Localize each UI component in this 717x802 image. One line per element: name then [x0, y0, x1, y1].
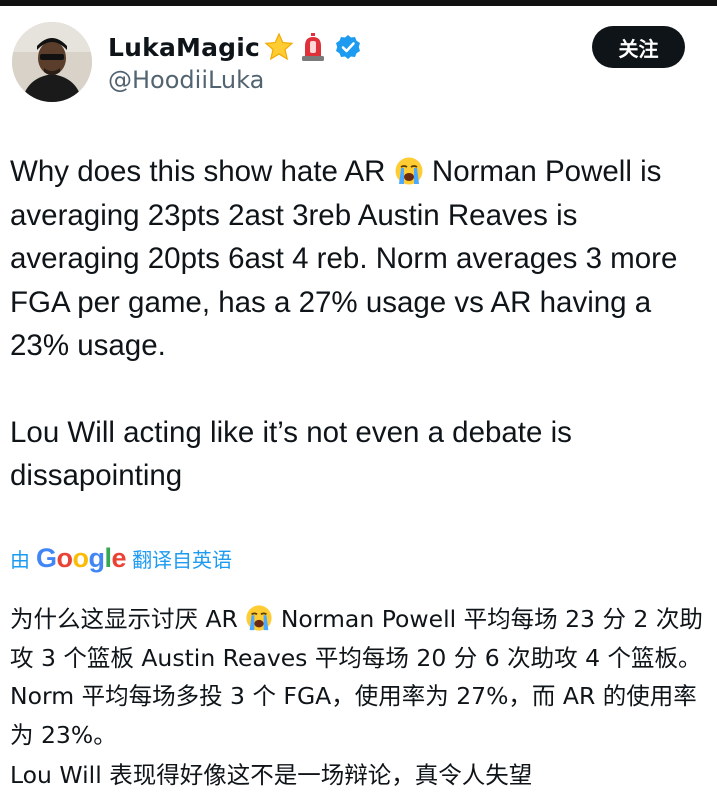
tweet-paragraph-2: Lou Will acting like it’s not even a deb… — [10, 415, 572, 493]
follow-button[interactable]: 关注 — [592, 26, 685, 68]
avatar[interactable] — [12, 22, 92, 102]
display-name[interactable]: LukaMagic — [108, 33, 260, 62]
top-edge-bar — [0, 0, 717, 6]
translated-paragraph-1: 为什么这显示讨厌 AR Norman Powell 平均每场 23 分 2 次助… — [10, 600, 710, 754]
translate-suffix: 翻译自英语 — [132, 547, 233, 572]
tweet-text-part-1: Why does this show hate AR — [10, 155, 394, 188]
translated-by-google-link[interactable]: 由 Google 翻译自英语 — [10, 541, 232, 575]
verified-badge-icon — [334, 33, 362, 61]
translated-paragraph-2: Lou Will 表现得好像这不是一场辩论，真令人失望 — [10, 761, 533, 789]
star-emoji-icon — [264, 32, 294, 62]
translate-prefix: 由 — [10, 547, 30, 572]
tweet-text: Why does this show hate AR Norman Powell… — [10, 150, 705, 498]
translated-part-1: 为什么这显示讨厌 AR — [10, 605, 246, 633]
google-logo: Google — [36, 542, 127, 573]
user-handle[interactable]: @HoodiiLuka — [108, 66, 264, 94]
name-row: LukaMagic — [108, 27, 362, 67]
translated-text: 为什么这显示讨厌 AR Norman Powell 平均每场 23 分 2 次助… — [10, 600, 710, 795]
tweet-paragraph-1: Why does this show hate AR Norman Powell… — [10, 150, 705, 368]
siren-emoji-icon — [298, 32, 328, 62]
loudly-crying-face-icon — [245, 604, 273, 632]
loudly-crying-face-icon — [394, 155, 424, 185]
